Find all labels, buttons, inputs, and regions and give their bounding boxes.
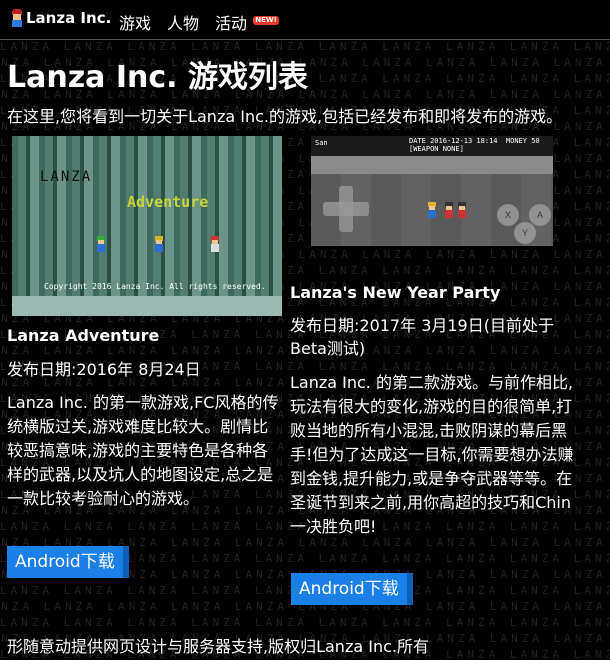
y-button-icon: Y <box>514 222 536 244</box>
footer-copyright: 形随意动提供网页设计与服务器支持,版权归Lanza Inc.所有 <box>7 637 429 656</box>
dpad-icon <box>323 186 369 232</box>
game-title: Lanza's New Year Party <box>290 283 501 302</box>
game-description: Lanza Inc. 的第一款游戏,FC风格的传统横版过关,游戏难度比较大。剧情… <box>7 393 279 508</box>
hero-sprite <box>210 236 220 252</box>
brand-link[interactable]: Lanza Inc. <box>10 9 111 27</box>
background-pattern-row: LANZA LANZA LANZA LANZA LANZA LANZA LANZ… <box>0 616 610 629</box>
android-download-button[interactable]: Android下载 <box>291 573 413 605</box>
release-date: 发布日期:2017年 3月19日(目前处于Beta测试) <box>290 316 554 358</box>
game-title: Lanza Adventure <box>7 326 160 345</box>
brand-name: Lanza Inc. <box>26 9 112 27</box>
page-intro: 在这里,您将看到一切关于Lanza Inc.的游戏,包括已经发布和即将发布的游戏… <box>7 107 563 126</box>
top-nav: Lanza Inc. 游戏 人物 活动 NEW! <box>0 0 610 40</box>
new-year-party-screenshot: San DATE 2016-12-13 18:14 MONEY 50 [WEAP… <box>311 136 553 246</box>
enemy-sprite <box>457 202 467 218</box>
x-button-icon: X <box>497 204 519 226</box>
enemy-sprite <box>444 202 454 218</box>
game-logo-text: LANZA <box>40 169 93 185</box>
screenshot-copyright: Copyright 2016 Lanza Inc. All rights res… <box>44 282 266 291</box>
player-sprite <box>427 202 437 218</box>
new-badge: NEW! <box>253 16 279 25</box>
release-date: 发布日期:2016年 8月24日 <box>7 360 201 379</box>
hero-sprite <box>96 236 106 252</box>
nav-link-events[interactable]: 活动 <box>215 10 247 34</box>
page-title: Lanza Inc. 游戏列表 <box>7 60 309 95</box>
lanza-adventure-screenshot: LANZA Adventure Copyright 2016 Lanza Inc… <box>12 136 282 316</box>
android-download-button[interactable]: Android下载 <box>7 546 129 578</box>
game-logo-subtitle: Adventure <box>127 193 209 211</box>
nav-link-characters[interactable]: 人物 <box>167 10 199 34</box>
hud-status: DATE 2016-12-13 18:14 MONEY 50 [WEAPON N… <box>409 137 540 153</box>
hero-sprite <box>154 236 164 252</box>
nav-link-games[interactable]: 游戏 <box>119 10 151 34</box>
lanza-mascot-icon <box>10 9 24 27</box>
hud-player-name: San <box>315 139 328 147</box>
a-button-icon: A <box>529 204 551 226</box>
game-description: Lanza Inc. 的第二款游戏。与前作相比,玩法有很大的变化,游戏的目的很简… <box>290 373 574 536</box>
